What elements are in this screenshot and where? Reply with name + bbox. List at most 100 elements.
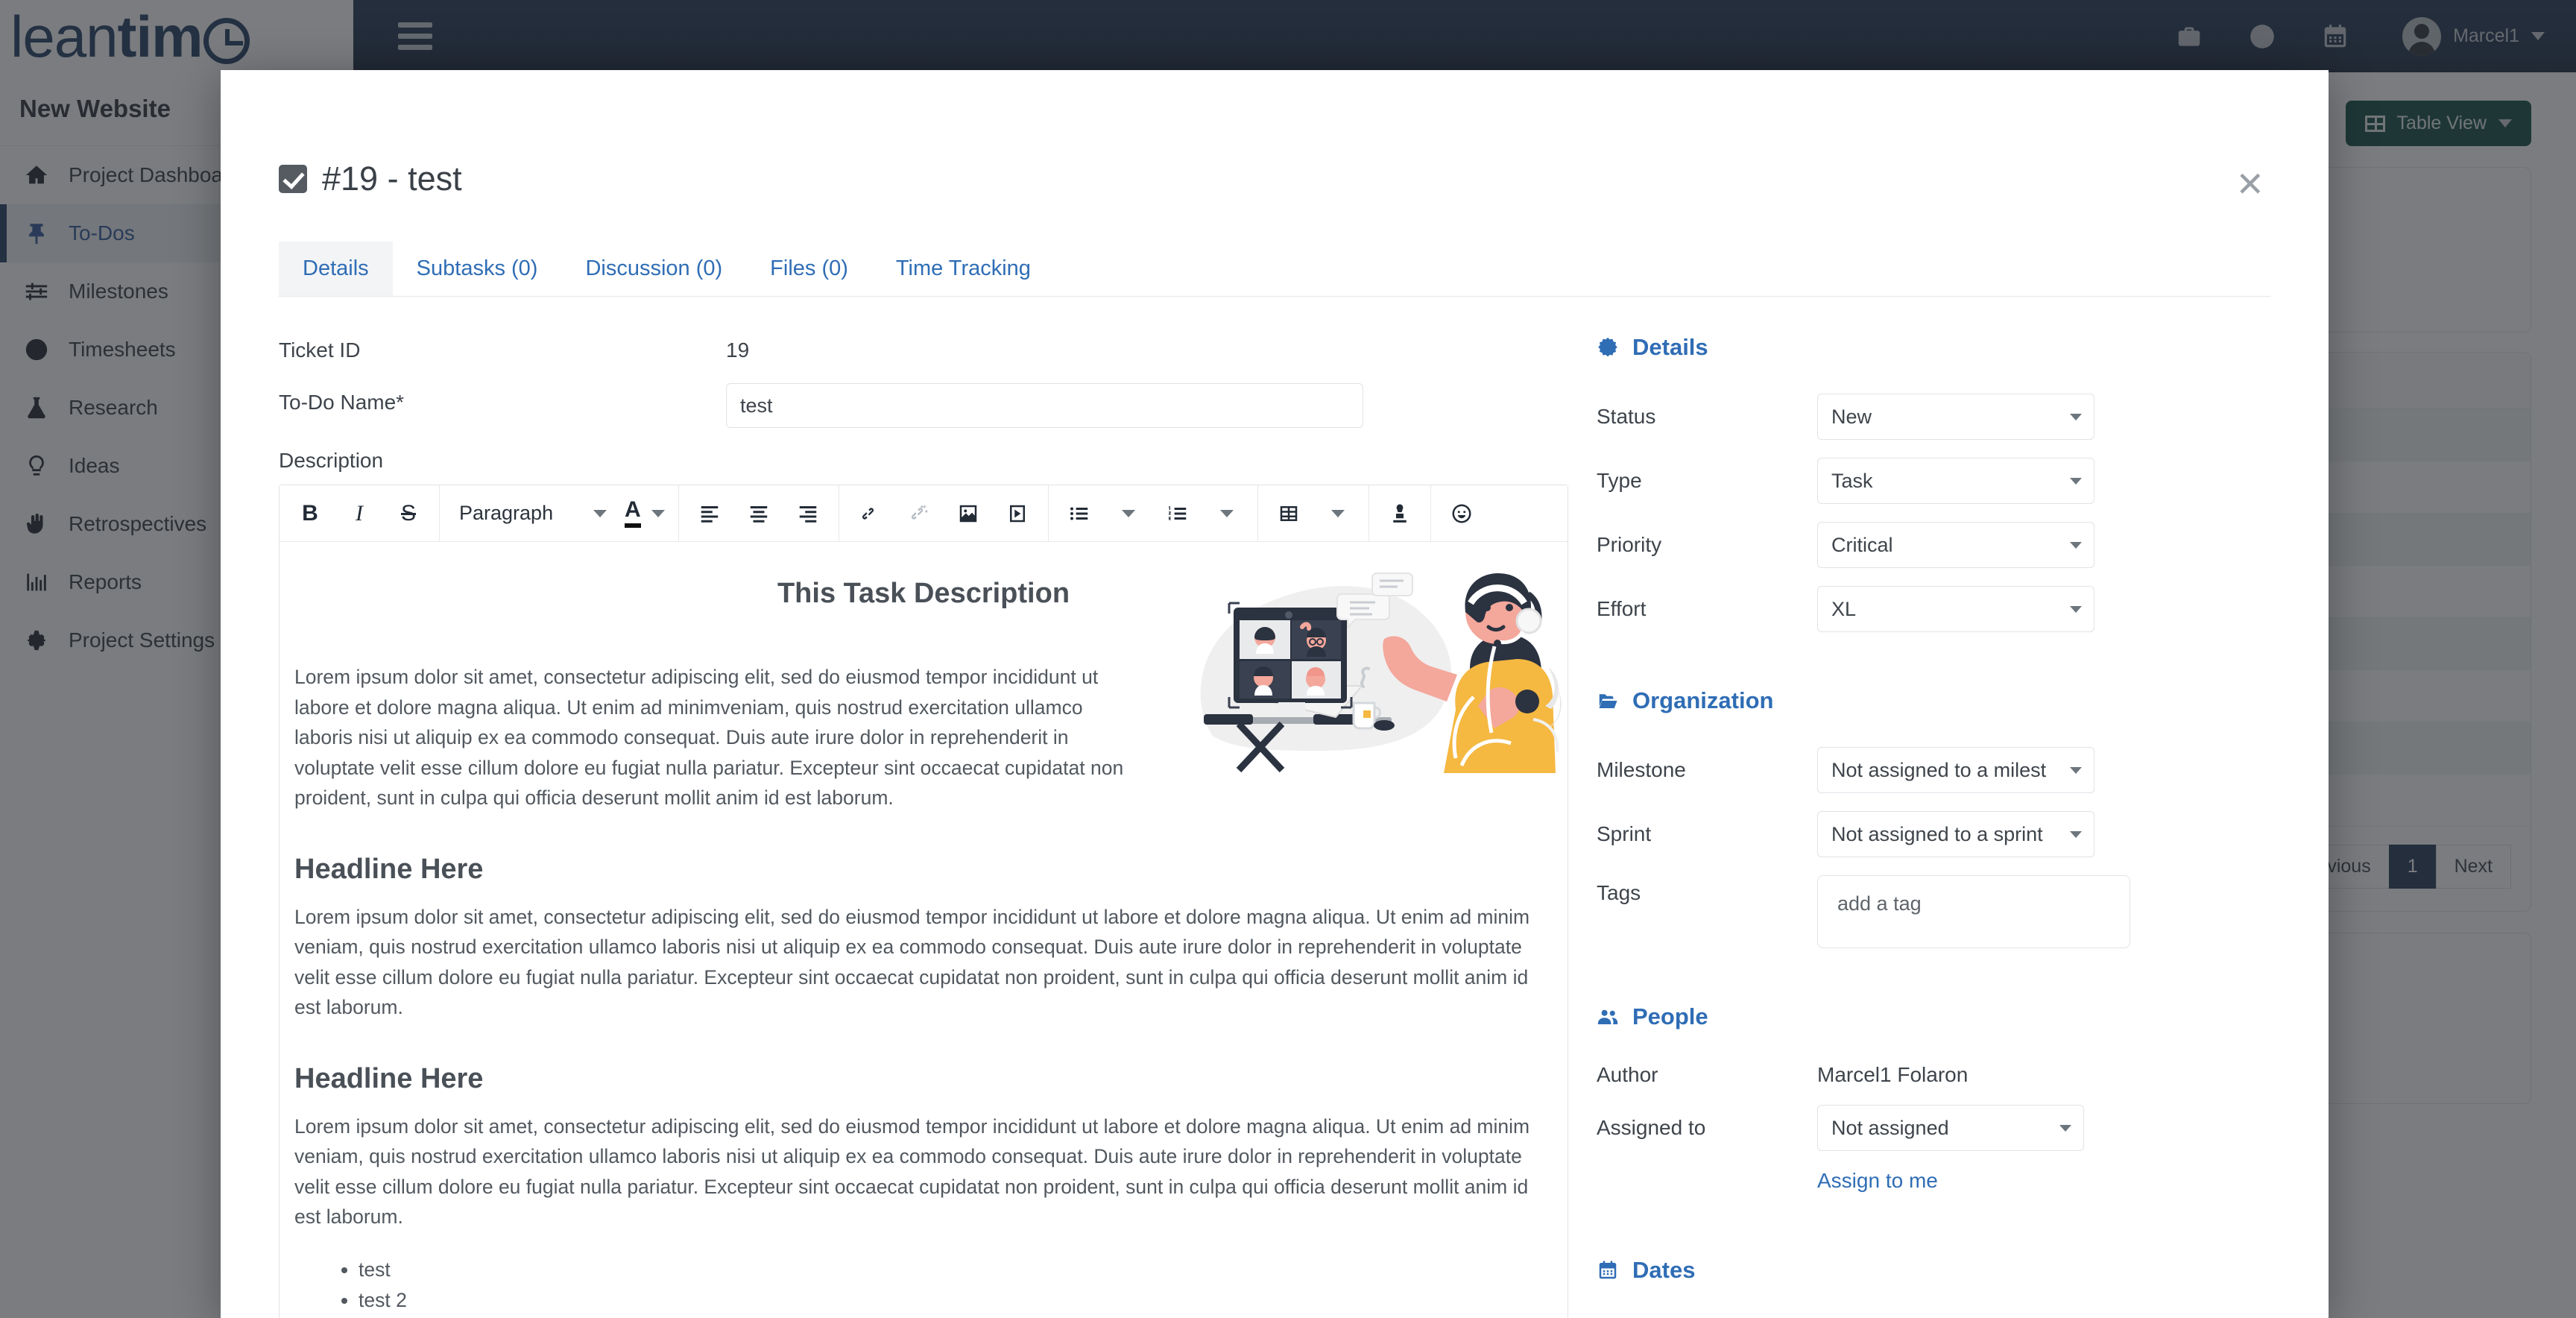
- align-right-icon[interactable]: [783, 485, 833, 542]
- toolbar-group-block-format: Paragraph A: [440, 485, 679, 541]
- assign-to-me-wrap: Assign to me: [1817, 1169, 2217, 1193]
- bold-button[interactable]: B: [285, 485, 335, 542]
- status-value: New: [1831, 406, 1872, 429]
- effort-dropdown[interactable]: XL: [1817, 586, 2094, 632]
- chevron-down-icon[interactable]: [1313, 485, 1363, 542]
- chevron-down-icon: [2070, 478, 2082, 485]
- todo-name-input[interactable]: [726, 383, 1363, 428]
- modal-tabs: Details Subtasks (0) Discussion (0) File…: [279, 198, 2270, 297]
- field-assigned-to: Assigned to Not assigned: [1597, 1105, 2217, 1151]
- calendar-icon: [1597, 1259, 1619, 1281]
- field-tags: Tags add a tag: [1597, 875, 2217, 948]
- field-priority: Priority Critical: [1597, 522, 2217, 568]
- description-content[interactable]: This Task Description: [280, 542, 1568, 1318]
- emoji-icon[interactable]: [1437, 485, 1486, 542]
- field-type: Type Task: [1597, 458, 2217, 504]
- ticket-detail-modal: ✕ #19 - test Details Subtasks (0) Discus…: [221, 70, 2329, 1318]
- toolbar-group-table: [1258, 485, 1369, 541]
- description-label: Description: [279, 449, 1546, 473]
- tags-label: Tags: [1597, 875, 1817, 905]
- toolbar-group-stamp: [1369, 485, 1431, 541]
- type-dropdown[interactable]: Task: [1817, 458, 2094, 504]
- field-author: Author Marcel1 Folaron: [1597, 1063, 2217, 1087]
- tab-time-tracking[interactable]: Time Tracking: [872, 242, 1055, 296]
- table-icon[interactable]: [1264, 485, 1313, 542]
- folder-open-icon: [1597, 690, 1619, 712]
- section-header-dates: Dates: [1597, 1257, 2217, 1284]
- align-left-icon[interactable]: [685, 485, 734, 542]
- chevron-down-icon: [2070, 542, 2082, 549]
- type-label: Type: [1597, 469, 1817, 493]
- tags-input[interactable]: add a tag: [1817, 875, 2130, 948]
- tab-discussion[interactable]: Discussion (0): [561, 242, 746, 296]
- page-title: #19 - test: [322, 160, 462, 198]
- priority-dropdown[interactable]: Critical: [1817, 522, 2094, 568]
- field-status: Status New: [1597, 394, 2217, 440]
- block-format-dropdown[interactable]: Paragraph: [446, 485, 617, 542]
- video-conference-illustration: [1161, 549, 1563, 773]
- image-icon[interactable]: [944, 485, 993, 542]
- section-header-organization: Organization: [1597, 687, 2217, 714]
- list-item: test 2: [359, 1285, 1553, 1316]
- description-paragraph-3: Lorem ipsum dolor sit amet, consectetur …: [294, 1112, 1553, 1232]
- details-left-column: Ticket ID 19 To-Do Name* Description B I…: [279, 297, 1546, 1318]
- tab-subtasks[interactable]: Subtasks (0): [393, 242, 562, 296]
- tab-files[interactable]: Files (0): [746, 242, 872, 296]
- chevron-down-icon[interactable]: [1104, 485, 1153, 542]
- field-milestone: Milestone Not assigned to a milest: [1597, 747, 2217, 793]
- close-icon[interactable]: ✕: [2235, 167, 2264, 201]
- description-heading-3: Headline Here: [294, 1063, 1553, 1095]
- ticket-id-label: Ticket ID: [279, 331, 726, 362]
- text-color-button[interactable]: A: [617, 499, 672, 528]
- milestone-dropdown[interactable]: Not assigned to a milest: [1817, 747, 2094, 793]
- chevron-down-icon: [593, 510, 607, 517]
- field-ticket-id: Ticket ID 19: [279, 331, 1546, 362]
- bullet-list-icon[interactable]: [1055, 485, 1104, 542]
- tab-details[interactable]: Details: [279, 242, 393, 296]
- field-effort: Effort XL: [1597, 586, 2217, 632]
- people-icon: [1597, 1006, 1619, 1028]
- sprint-value: Not assigned to a sprint: [1831, 823, 2043, 846]
- chevron-down-icon: [2070, 414, 2082, 420]
- author-label: Author: [1597, 1063, 1817, 1087]
- ticket-done-checkbox[interactable]: [279, 165, 307, 193]
- description-paragraph-2: Lorem ipsum dolor sit amet, consectetur …: [294, 902, 1553, 1023]
- assigned-to-dropdown[interactable]: Not assigned: [1817, 1105, 2084, 1151]
- list-item: test: [359, 1255, 1553, 1285]
- unlink-icon[interactable]: [894, 485, 944, 542]
- status-dropdown[interactable]: New: [1817, 394, 2094, 440]
- section-header-details: Details: [1597, 334, 2217, 361]
- description-heading-2: Headline Here: [294, 854, 1553, 886]
- toolbar-group-lists: [1049, 485, 1258, 541]
- chevron-down-icon: [2059, 1125, 2071, 1132]
- description-paragraph-1: Lorem ipsum dolor sit amet, consectetur …: [294, 662, 1129, 813]
- align-center-icon[interactable]: [734, 485, 783, 542]
- field-sprint: Sprint Not assigned to a sprint: [1597, 811, 2217, 857]
- editor-toolbar: B I S Paragraph A: [280, 485, 1568, 542]
- video-icon[interactable]: [993, 485, 1042, 542]
- strikethrough-button[interactable]: S: [384, 485, 433, 542]
- priority-label: Priority: [1597, 533, 1817, 557]
- milestone-value: Not assigned to a milest: [1831, 759, 2046, 782]
- block-format-value: Paragraph: [459, 502, 553, 525]
- stamp-icon[interactable]: [1375, 485, 1424, 542]
- link-icon[interactable]: [845, 485, 894, 542]
- assign-to-me-link[interactable]: Assign to me: [1817, 1169, 1938, 1192]
- section-title: Dates: [1632, 1257, 1695, 1284]
- status-label: Status: [1597, 405, 1817, 429]
- chevron-down-icon[interactable]: [1202, 485, 1251, 542]
- sprint-dropdown[interactable]: Not assigned to a sprint: [1817, 811, 2094, 857]
- italic-button[interactable]: I: [335, 485, 384, 542]
- gear-badge-icon: [1597, 336, 1619, 359]
- description-editor: B I S Paragraph A: [279, 485, 1568, 1318]
- numbered-list-icon[interactable]: [1153, 485, 1202, 542]
- field-todo-name: To-Do Name*: [279, 383, 1546, 428]
- section-title: Details: [1632, 334, 1708, 361]
- effort-value: XL: [1831, 598, 1856, 621]
- toolbar-group-text-style: B I S: [280, 485, 440, 541]
- text-color-icon: A: [625, 499, 641, 528]
- effort-label: Effort: [1597, 597, 1817, 621]
- priority-value: Critical: [1831, 534, 1893, 557]
- description-bullet-list: test test 2 test 3: [294, 1255, 1553, 1318]
- details-right-column: Details Status New Type Task: [1546, 297, 2217, 1318]
